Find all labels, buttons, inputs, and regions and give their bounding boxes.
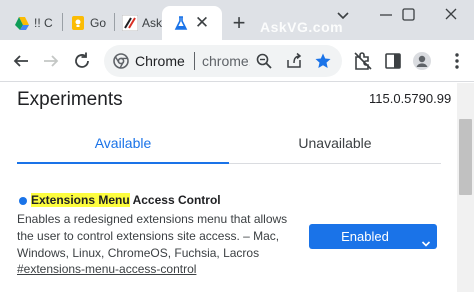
- close-window-icon[interactable]: [438, 4, 464, 26]
- experiment-title-highlight: Extensions Menu: [31, 193, 130, 207]
- modified-indicator-dot: [19, 197, 27, 205]
- scrollbar[interactable]: [457, 83, 474, 292]
- tab-available[interactable]: Available: [17, 123, 229, 163]
- tab-google-drive[interactable]: !! C: [6, 6, 62, 40]
- zoom-icon[interactable]: [255, 52, 273, 70]
- experiment-state-select[interactable]: Enabled: [309, 224, 437, 249]
- select-value: Enabled: [341, 229, 389, 244]
- tab-title: Ask: [142, 16, 162, 30]
- tab-title: Go: [90, 16, 107, 30]
- new-tab-icon[interactable]: +: [229, 12, 249, 34]
- tab-askvg[interactable]: Ask: [114, 6, 162, 40]
- toolbar: Chrome chrome://flags: [0, 40, 474, 82]
- experiment-permalink[interactable]: #extensions-menu-access-control: [17, 262, 196, 276]
- bookmark-star-icon[interactable]: [314, 52, 332, 70]
- google-drive-icon: [14, 15, 30, 31]
- chevron-down-icon: [421, 232, 431, 247]
- chrome-flask-icon: [173, 15, 189, 31]
- back-arrow-icon[interactable]: [10, 50, 32, 72]
- tab-strip: !! C Go Ask ✕ + AskVG.com: [0, 0, 474, 40]
- address-bar[interactable]: Chrome chrome://flags: [104, 45, 342, 77]
- reload-icon[interactable]: [71, 50, 93, 72]
- more-menu-icon[interactable]: [447, 51, 467, 71]
- flags-page: Experiments 115.0.5790.99 Available Unav…: [0, 83, 474, 292]
- page-title: Experiments: [17, 89, 123, 110]
- askvg-icon: [121, 14, 139, 32]
- experiment-title-rest: Access Control: [129, 193, 221, 207]
- version-number: 115.0.5790.99: [369, 91, 452, 106]
- experiment-description: Enables a redesigned extensions menu tha…: [17, 212, 288, 260]
- tab-chrome-flags[interactable]: ✕: [162, 6, 222, 40]
- tab-unavailable[interactable]: Unavailable: [229, 123, 441, 163]
- experiment-title: Extensions Menu Access Control: [31, 193, 221, 207]
- extensions-puzzle-icon[interactable]: [353, 51, 373, 71]
- chrome-logo-icon[interactable]: [113, 53, 129, 69]
- omnibox-divider: [194, 52, 195, 70]
- share-icon[interactable]: [285, 52, 303, 70]
- scrollbar-thumb[interactable]: [459, 119, 472, 195]
- tab-title: !! C: [34, 16, 53, 30]
- close-tab-icon[interactable]: ✕: [193, 14, 211, 32]
- tab-google-keep[interactable]: Go: [62, 6, 114, 40]
- active-tab-indicator: [17, 162, 229, 164]
- maximize-icon[interactable]: [396, 4, 422, 26]
- google-keep-icon: [70, 15, 86, 31]
- profile-avatar-icon[interactable]: [412, 51, 432, 71]
- site-label: Chrome: [135, 53, 185, 69]
- forward-arrow-icon[interactable]: [40, 50, 62, 72]
- side-panel-icon[interactable]: [383, 51, 403, 71]
- tab-search-chevron-icon[interactable]: [330, 4, 356, 26]
- url-text[interactable]: chrome://flags: [202, 53, 250, 69]
